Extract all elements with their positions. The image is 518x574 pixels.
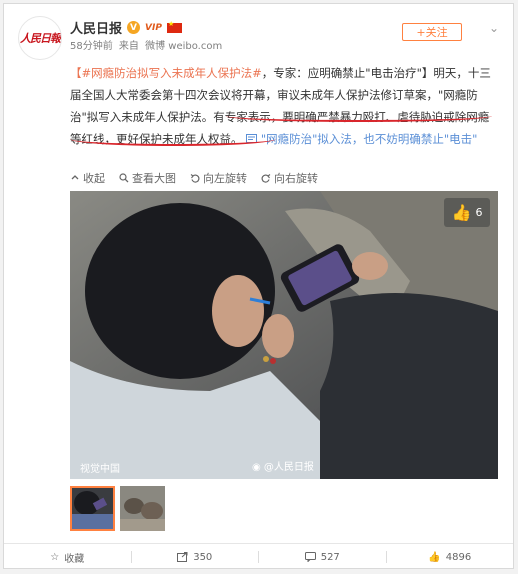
rotate-right-label: 向右旋转 — [274, 172, 318, 185]
like-button[interactable]: 👍 4896 — [387, 552, 514, 563]
post-meta: 58分钟前 来自 微博 weibo.com — [70, 37, 225, 52]
repost-icon — [177, 552, 188, 562]
repost-count: 350 — [193, 551, 213, 563]
zoom-icon — [119, 173, 129, 183]
chevron-down-icon[interactable]: ⌄ — [489, 21, 499, 35]
avatar-logo: 人民日報 — [20, 32, 61, 45]
article-link-text: "网瘾防治"拟入法，也不妨明确禁止"电击" — [260, 132, 478, 146]
like-count: 4896 — [445, 551, 472, 563]
repost-button[interactable]: 350 — [132, 552, 259, 563]
thumbnail-1[interactable] — [70, 486, 115, 531]
vip-badge: VIP — [145, 22, 162, 33]
account-name[interactable]: 人民日报 — [70, 18, 122, 37]
article-link[interactable]: "网瘾防治"拟入法，也不妨明确禁止"电击" — [246, 132, 477, 146]
comment-button[interactable]: 527 — [259, 552, 386, 563]
verified-icon: V — [127, 21, 141, 34]
hashtag-link[interactable]: 【#网瘾防治拟写入未成年人保护法# — [70, 66, 262, 80]
action-bar: ☆ 收藏 350 527 👍 4896 — [4, 543, 513, 570]
post-time[interactable]: 58分钟前 — [70, 41, 113, 52]
collapse-icon — [71, 175, 79, 180]
red-underline-1 — [226, 110, 492, 122]
photo-like-button[interactable]: 👍 6 — [444, 198, 490, 227]
rotate-left-label: 向左旋转 — [203, 172, 247, 185]
media-toolbar: 收起 查看大图 向左旋转 向右旋转 — [70, 170, 318, 186]
favorite-label: 收藏 — [64, 553, 85, 565]
weibo-logo-icon: ◉ — [252, 462, 261, 473]
source-prefix: 来自 — [118, 41, 139, 52]
thumbs-up-icon: 👍 — [428, 551, 441, 563]
thumbnail-2-image — [120, 486, 165, 531]
weibo-post-card: 人民日報 人民日报 V VIP 58分钟前 来自 微博 weibo.com +关… — [3, 3, 514, 569]
collapse-button[interactable]: 收起 — [70, 170, 105, 186]
red-underline-2 — [70, 132, 276, 146]
thumbnail-1-image — [72, 488, 113, 529]
thumbnail-strip — [70, 486, 165, 531]
post-photo[interactable]: 👍 6 视觉中国 ◉ @人民日报 — [70, 191, 498, 479]
comment-icon — [304, 552, 316, 562]
rotate-left-button[interactable]: 向左旋转 — [190, 170, 247, 186]
avatar[interactable]: 人民日報 — [18, 16, 62, 60]
rotate-left-icon — [190, 174, 200, 183]
follow-button[interactable]: +关注 — [402, 23, 462, 41]
watermark-text: @人民日报 — [263, 462, 314, 473]
photo-credit: 视觉中国 — [80, 464, 120, 475]
star-icon: ☆ — [50, 551, 60, 563]
photo-watermark: ◉ @人民日报 — [252, 458, 314, 473]
collapse-label: 收起 — [83, 172, 105, 185]
thumbs-up-icon: 👍 — [451, 203, 472, 222]
view-large-label: 查看大图 — [132, 172, 176, 185]
photo-like-count: 6 — [475, 206, 483, 219]
post-source[interactable]: 微博 weibo.com — [145, 41, 222, 52]
name-row: 人民日报 V VIP — [70, 18, 182, 37]
china-flag-icon — [166, 20, 182, 33]
favorite-button[interactable]: ☆ 收藏 — [4, 550, 131, 565]
comment-count: 527 — [320, 551, 340, 563]
view-large-button[interactable]: 查看大图 — [119, 170, 176, 186]
thumbnail-2[interactable] — [120, 486, 165, 531]
rotate-right-button[interactable]: 向右旋转 — [261, 170, 318, 186]
photo-illustration — [70, 191, 498, 479]
rotate-right-icon — [261, 174, 271, 183]
